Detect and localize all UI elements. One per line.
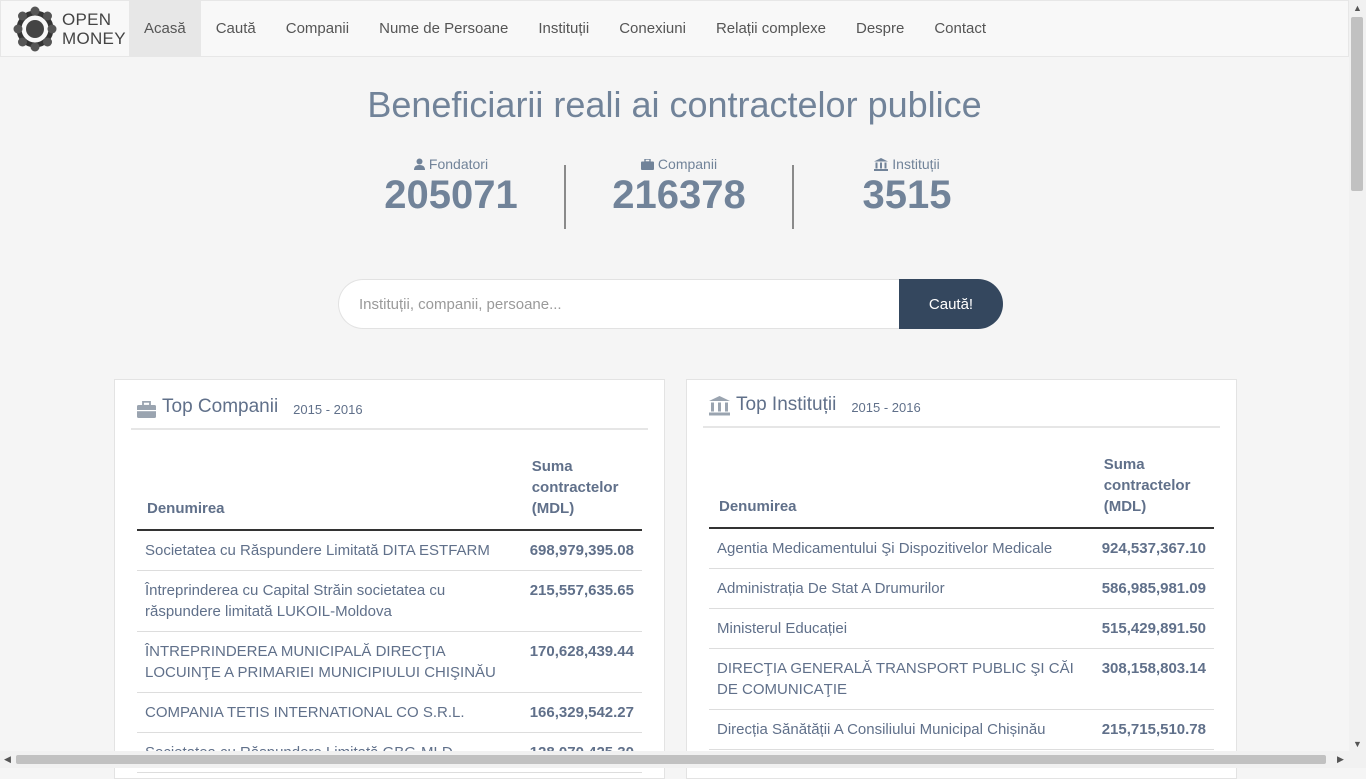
- column-header-denumirea: Denumirea: [709, 446, 1094, 529]
- top-navbar: OPEN MONEY Acasă Caută Companii Nume de …: [0, 0, 1349, 57]
- institution-name-link[interactable]: Ministerul Educației: [709, 608, 1094, 649]
- institution-name-link[interactable]: Agentia Medicamentului Şi Dispozitivelor…: [709, 528, 1094, 569]
- stat-label-fondatori: Fondatori: [428, 156, 489, 172]
- nav-item-conexiuni[interactable]: Conexiuni: [604, 1, 701, 56]
- table-row: Direcția Sănătății A Consiliului Municip…: [709, 709, 1214, 750]
- table-row: Administrația De Stat A Drumurilor 586,9…: [709, 568, 1214, 609]
- nav-item-relatii-complexe[interactable]: Relații complexe: [701, 1, 841, 56]
- scroll-right-arrow-icon[interactable]: ▶: [1337, 754, 1344, 765]
- institution-name-link[interactable]: Direcția Sănătății A Consiliului Municip…: [709, 709, 1094, 750]
- stats-row: Fondatori 205071 Companii 216378 Institu…: [337, 153, 1023, 229]
- company-amount: 166,329,542.27: [521, 692, 642, 733]
- column-header-suma: Suma contractelor (MDL): [1093, 446, 1214, 529]
- top-companies-header: Top Companii 2015 - 2016: [131, 380, 648, 430]
- top-institutions-header: Top Instituții 2015 - 2016: [703, 380, 1220, 428]
- stat-fondatori: Fondatori 205071: [337, 153, 565, 218]
- top-companies-table: Denumirea Suma contractelor (MDL) Societ…: [137, 448, 642, 773]
- company-name-link[interactable]: COMPANIA TETIS INTERNATIONAL CO S.R.L.: [137, 692, 522, 733]
- top-companies-years: 2015 - 2016: [293, 402, 363, 417]
- institution-amount: 924,537,367.10: [1093, 528, 1214, 569]
- user-icon: [413, 158, 425, 170]
- table-row: DIRECŢIA GENERALĂ TRANSPORT PUBLIC ŞI CĂ…: [709, 648, 1214, 710]
- bank-icon: [709, 396, 730, 416]
- institution-amount: 215,715,510.78: [1093, 709, 1214, 750]
- top-institutions-table: Denumirea Suma contractelor (MDL) Agenti…: [709, 446, 1214, 750]
- nav-item-cauta[interactable]: Caută: [201, 1, 271, 56]
- stat-value-institutii: 3515: [862, 173, 952, 217]
- table-row: Ministerul Educației 515,429,891.50: [709, 608, 1214, 649]
- briefcase-icon: [137, 401, 156, 418]
- nav-item-nume-de-persoane[interactable]: Nume de Persoane: [364, 1, 523, 56]
- table-row: COMPANIA TETIS INTERNATIONAL CO S.R.L. 1…: [137, 692, 642, 733]
- stat-value-companii: 216378: [612, 173, 746, 217]
- institution-name-link[interactable]: DIRECŢIA GENERALĂ TRANSPORT PUBLIC ŞI CĂ…: [709, 648, 1094, 710]
- stat-value-fondatori: 205071: [384, 173, 518, 217]
- nav-item-despre[interactable]: Despre: [841, 1, 919, 56]
- stat-label-companii: Companii: [657, 156, 718, 172]
- vertical-scrollbar-thumb[interactable]: [1351, 17, 1363, 191]
- column-header-suma: Suma contractelor (MDL): [521, 448, 642, 531]
- brand-line-2: MONEY: [62, 28, 126, 48]
- nav-item-companii[interactable]: Companii: [271, 1, 364, 56]
- table-row: Societatea cu Răspundere Limitată DITA E…: [137, 530, 642, 571]
- page-title: Beneficiarii reali ai contractelor publi…: [367, 84, 982, 125]
- company-name-link[interactable]: ÎNTREPRINDEREA MUNICIPALĂ DIRECŢIA LOCUI…: [137, 631, 522, 693]
- nav-item-contact[interactable]: Contact: [919, 1, 1001, 56]
- top-institutions-title: Top Instituții: [736, 394, 837, 415]
- scroll-left-arrow-icon[interactable]: ◀: [4, 754, 11, 765]
- top-companies-title: Top Companii: [162, 396, 279, 417]
- company-amount: 698,979,395.08: [521, 530, 642, 571]
- nav-item-acasa[interactable]: Acasă: [129, 1, 201, 56]
- search-button[interactable]: Caută!: [899, 279, 1003, 329]
- scroll-down-arrow-icon[interactable]: ▼: [1353, 739, 1362, 749]
- company-amount: 215,557,635.65: [521, 570, 642, 632]
- horizontal-scrollbar-thumb[interactable]: [16, 755, 1326, 764]
- briefcase-icon: [640, 158, 654, 170]
- top-institutions-years: 2015 - 2016: [851, 400, 921, 415]
- column-header-denumirea: Denumirea: [137, 448, 522, 531]
- stat-institutii: Instituții 3515: [792, 153, 1021, 229]
- brand-logo-link[interactable]: OPEN MONEY: [1, 1, 129, 56]
- scroll-up-arrow-icon[interactable]: ▲: [1353, 3, 1362, 13]
- institution-amount: 515,429,891.50: [1093, 608, 1214, 649]
- search-input[interactable]: [338, 279, 899, 329]
- top-companies-panel: Top Companii 2015 - 2016 Denumirea Suma …: [114, 379, 665, 779]
- company-name-link[interactable]: Societatea cu Răspundere Limitată DITA E…: [137, 530, 522, 571]
- institution-amount: 308,158,803.14: [1093, 648, 1214, 710]
- table-row: ÎNTREPRINDEREA MUNICIPALĂ DIRECŢIA LOCUI…: [137, 631, 642, 693]
- table-row: Întreprinderea cu Capital Străin societa…: [137, 570, 642, 632]
- company-amount: 170,628,439.44: [521, 631, 642, 693]
- institution-name-link[interactable]: Administrația De Stat A Drumurilor: [709, 568, 1094, 609]
- stat-label-institutii: Instituții: [892, 156, 940, 172]
- stat-companii: Companii 216378: [564, 153, 793, 229]
- table-row: Agentia Medicamentului Şi Dispozitivelor…: [709, 528, 1214, 569]
- top-institutions-panel: Top Instituții 2015 - 2016 Denumirea Sum…: [686, 379, 1237, 779]
- brand-line-1: OPEN: [62, 9, 112, 29]
- company-name-link[interactable]: Întreprinderea cu Capital Străin societa…: [137, 570, 522, 632]
- nav-item-institutii[interactable]: Instituții: [523, 1, 604, 56]
- horizontal-scrollbar[interactable]: ◀ ▶: [0, 751, 1349, 768]
- open-money-logo-icon: [13, 6, 57, 51]
- search-bar: Caută!: [338, 279, 1003, 329]
- institution-amount: 586,985,981.09: [1093, 568, 1214, 609]
- bank-icon: [874, 157, 889, 171]
- vertical-scrollbar[interactable]: ▲ ▼: [1349, 0, 1366, 768]
